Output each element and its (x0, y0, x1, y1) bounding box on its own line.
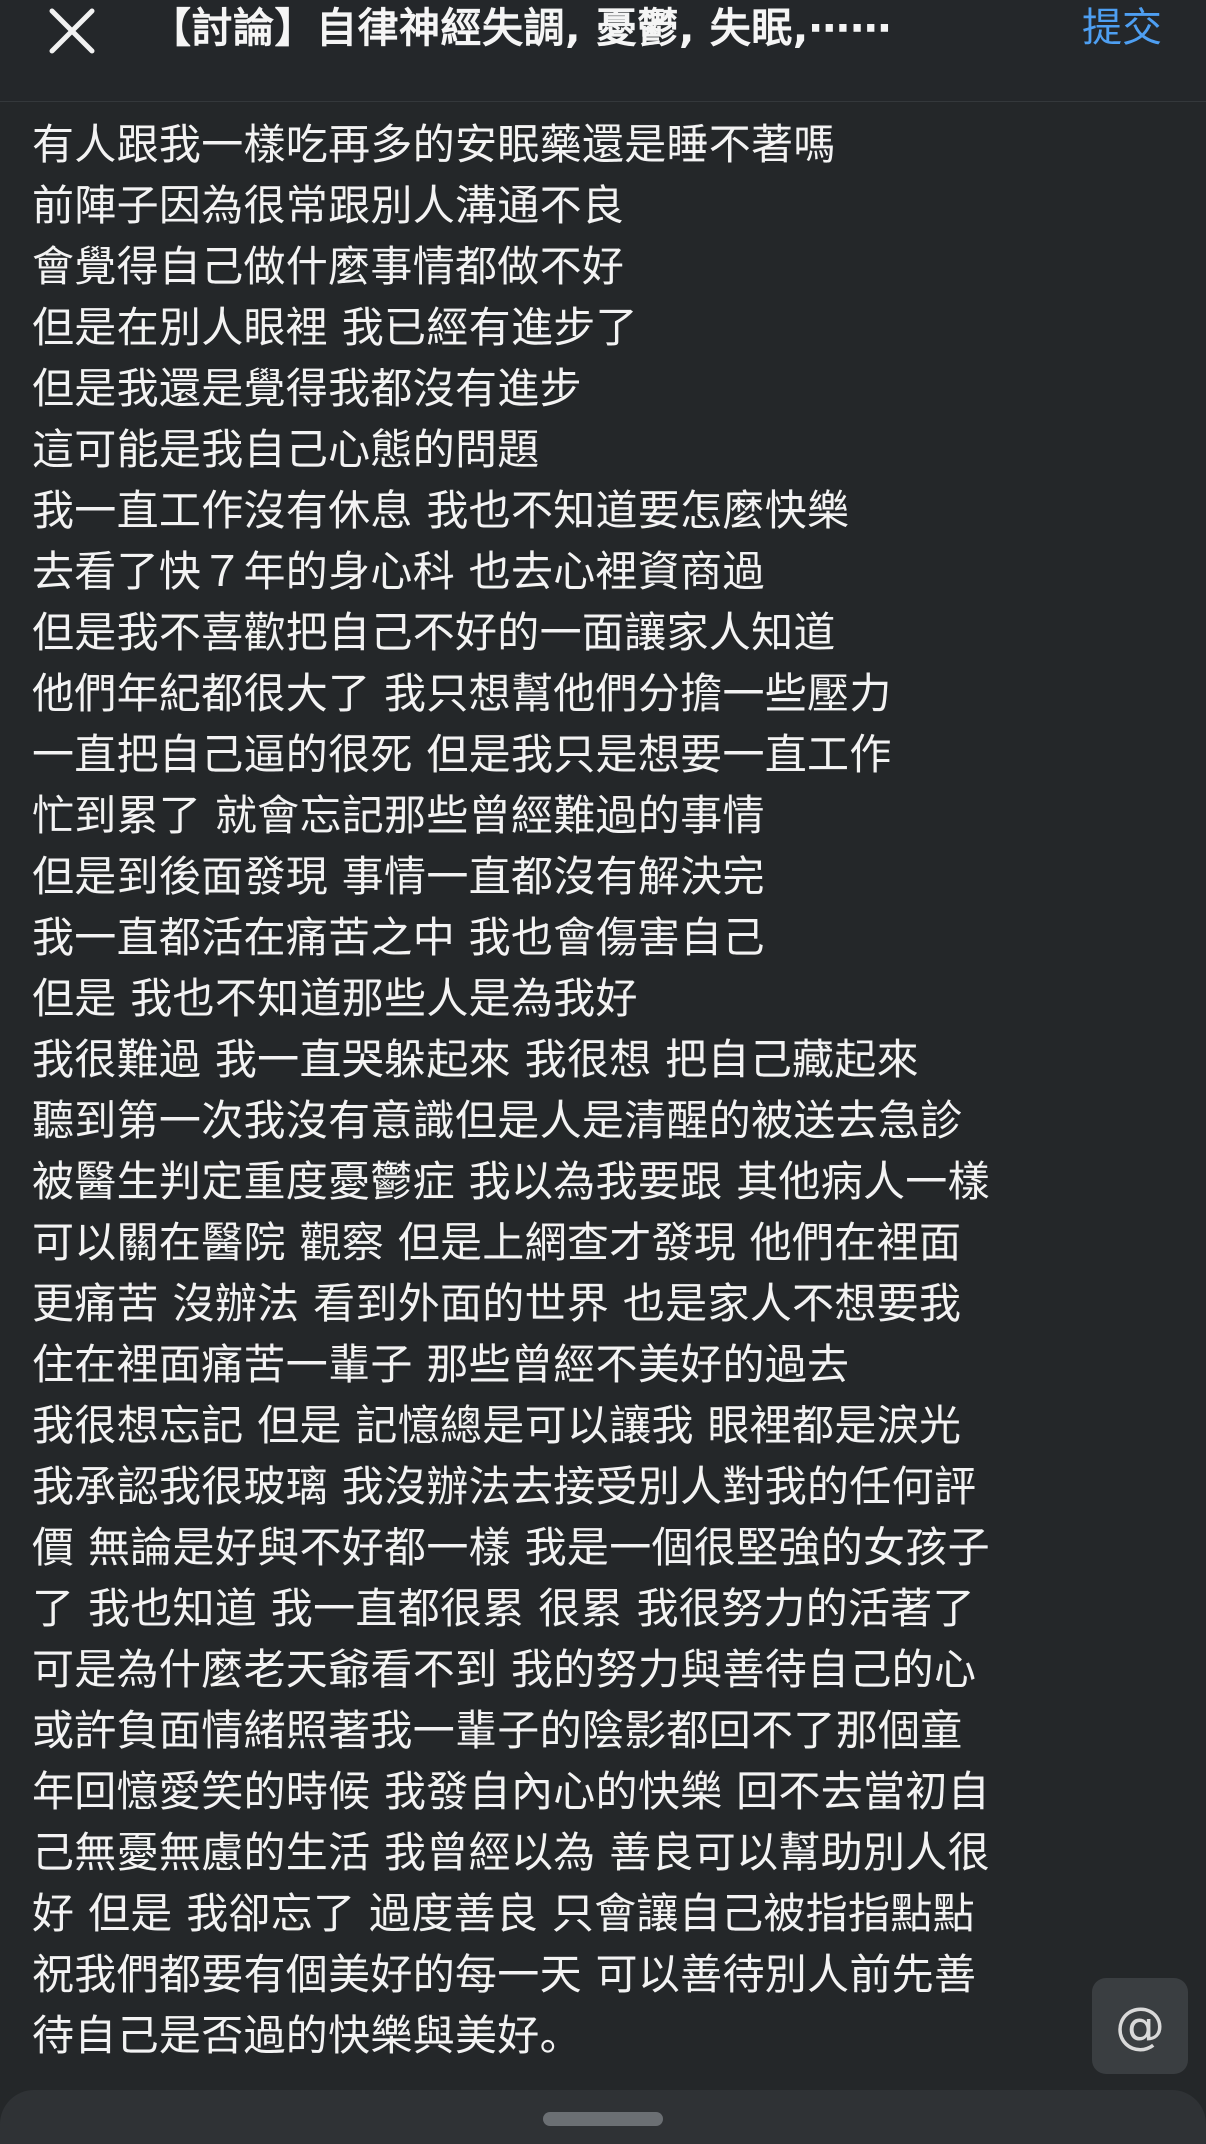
at-icon: @ (1115, 1997, 1165, 2055)
post-text-line: 待自己是否過的快樂與美好。 (32, 2011, 582, 2054)
bottom-sheet[interactable] (0, 2090, 1206, 2144)
post-text-line: 可以關在醫院 觀察 但是上網查才發現 他們在裡面 (32, 1218, 962, 1267)
close-icon (49, 8, 95, 54)
post-text-line: 己無憂無慮的生活 我曾經以為 善良可以幫助別人很 (32, 1828, 990, 1877)
post-text-line: 這可能是我自己心態的問題 (32, 425, 540, 474)
post-text-line: 我一直都活在痛苦之中 我也會傷害自己 (32, 913, 765, 962)
post-text-line: 我承認我很玻璃 我沒辦法去接受別人對我的任何評 (32, 1462, 977, 1511)
post-text-line: 前陣子因為很常跟別人溝通不良 (32, 181, 625, 230)
close-button[interactable] (34, 0, 110, 62)
post-text-line: 好 但是 我卻忘了 過度善良 只會讓自己被指指點點 (32, 1889, 975, 1938)
post-text-line: 有人跟我一樣吃再多的安眠藥還是睡不著嗎 (32, 120, 836, 169)
post-text-line: 住在裡面痛苦一輩子 那些曾經不美好的過去 (32, 1340, 850, 1389)
submit-button[interactable]: 提交 (1082, 0, 1162, 56)
post-text-line: 聽到第一次我沒有意識但是人是清醒的被送去急診 (32, 1096, 963, 1145)
post-text-line: 忙到累了 就會忘記那些曾經難過的事情 (32, 791, 765, 840)
post-text-line: 我很想忘記 但是 記憶總是可以讓我 眼裡都是淚光 (32, 1401, 962, 1450)
drag-handle[interactable] (543, 2112, 663, 2126)
post-text-line: 或許負面情緒照著我一輩子的陰影都回不了那個童 (32, 1706, 963, 1755)
post-text-line: 可是為什麼老天爺看不到 我的努力與善待自己的心 (32, 1645, 977, 1694)
post-text-line: 會覺得自己做什麼事情都做不好 (32, 242, 625, 291)
post-text-line: 去看了快７年的身心科 也去心裡資商過 (32, 547, 765, 596)
post-body-textarea[interactable]: 有人跟我一樣吃再多的安眠藥還是睡不著嗎 前陣子因為很常跟別人溝通不良 會覺得自己做什… (32, 114, 1182, 2054)
post-text-line: 他們年紀都很大了 我只想幫他們分擔一些壓力 (32, 669, 892, 718)
post-text-line: 但是 我也不知道那些人是為我好 (32, 974, 638, 1023)
post-text-line: 但是在別人眼裡 我已經有進步了 (32, 303, 638, 352)
mention-button[interactable]: @ (1092, 1978, 1188, 2074)
post-text-line: 年回憶愛笑的時候 我發自內心的快樂 回不去當初自 (32, 1767, 990, 1816)
post-text-line: 被醫生判定重度憂鬱症 我以為我要跟 其他病人一樣 (32, 1157, 990, 1206)
post-text-line: 更痛苦 沒辦法 看到外面的世界 也是家人不想要我 (32, 1279, 962, 1328)
post-text-line: 我很難過 我一直哭躲起來 我很想 把自己藏起來 (32, 1035, 919, 1084)
page-title: 【討論】自律神經失調, 憂鬱, 失眠,⋯⋯ (150, 4, 892, 52)
post-text-line: 價 無論是好與不好都一樣 我是一個很堅強的女孩子 (32, 1523, 990, 1572)
post-text-line: 一直把自己逼的很死 但是我只是想要一直工作 (32, 730, 892, 779)
post-text-line: 了 我也知道 我一直都很累 很累 我很努力的活著了 (32, 1584, 975, 1633)
top-bar: 【討論】自律神經失調, 憂鬱, 失眠,⋯⋯ 提交 (0, 0, 1206, 102)
post-text-line: 但是到後面發現 事情一直都沒有解決完 (32, 852, 765, 901)
post-text-line: 但是我還是覺得我都沒有進步 (32, 364, 582, 413)
post-text-line: 祝我們都要有個美好的每一天 可以善待別人前先善 (32, 1950, 977, 1999)
post-editor-screen: 【討論】自律神經失調, 憂鬱, 失眠,⋯⋯ 提交 有人跟我一樣吃再多的安眠藥還是… (0, 0, 1206, 2144)
post-text-line: 但是我不喜歡把自己不好的一面讓家人知道 (32, 608, 836, 657)
post-text-line: 我一直工作沒有休息 我也不知道要怎麼快樂 (32, 486, 850, 535)
